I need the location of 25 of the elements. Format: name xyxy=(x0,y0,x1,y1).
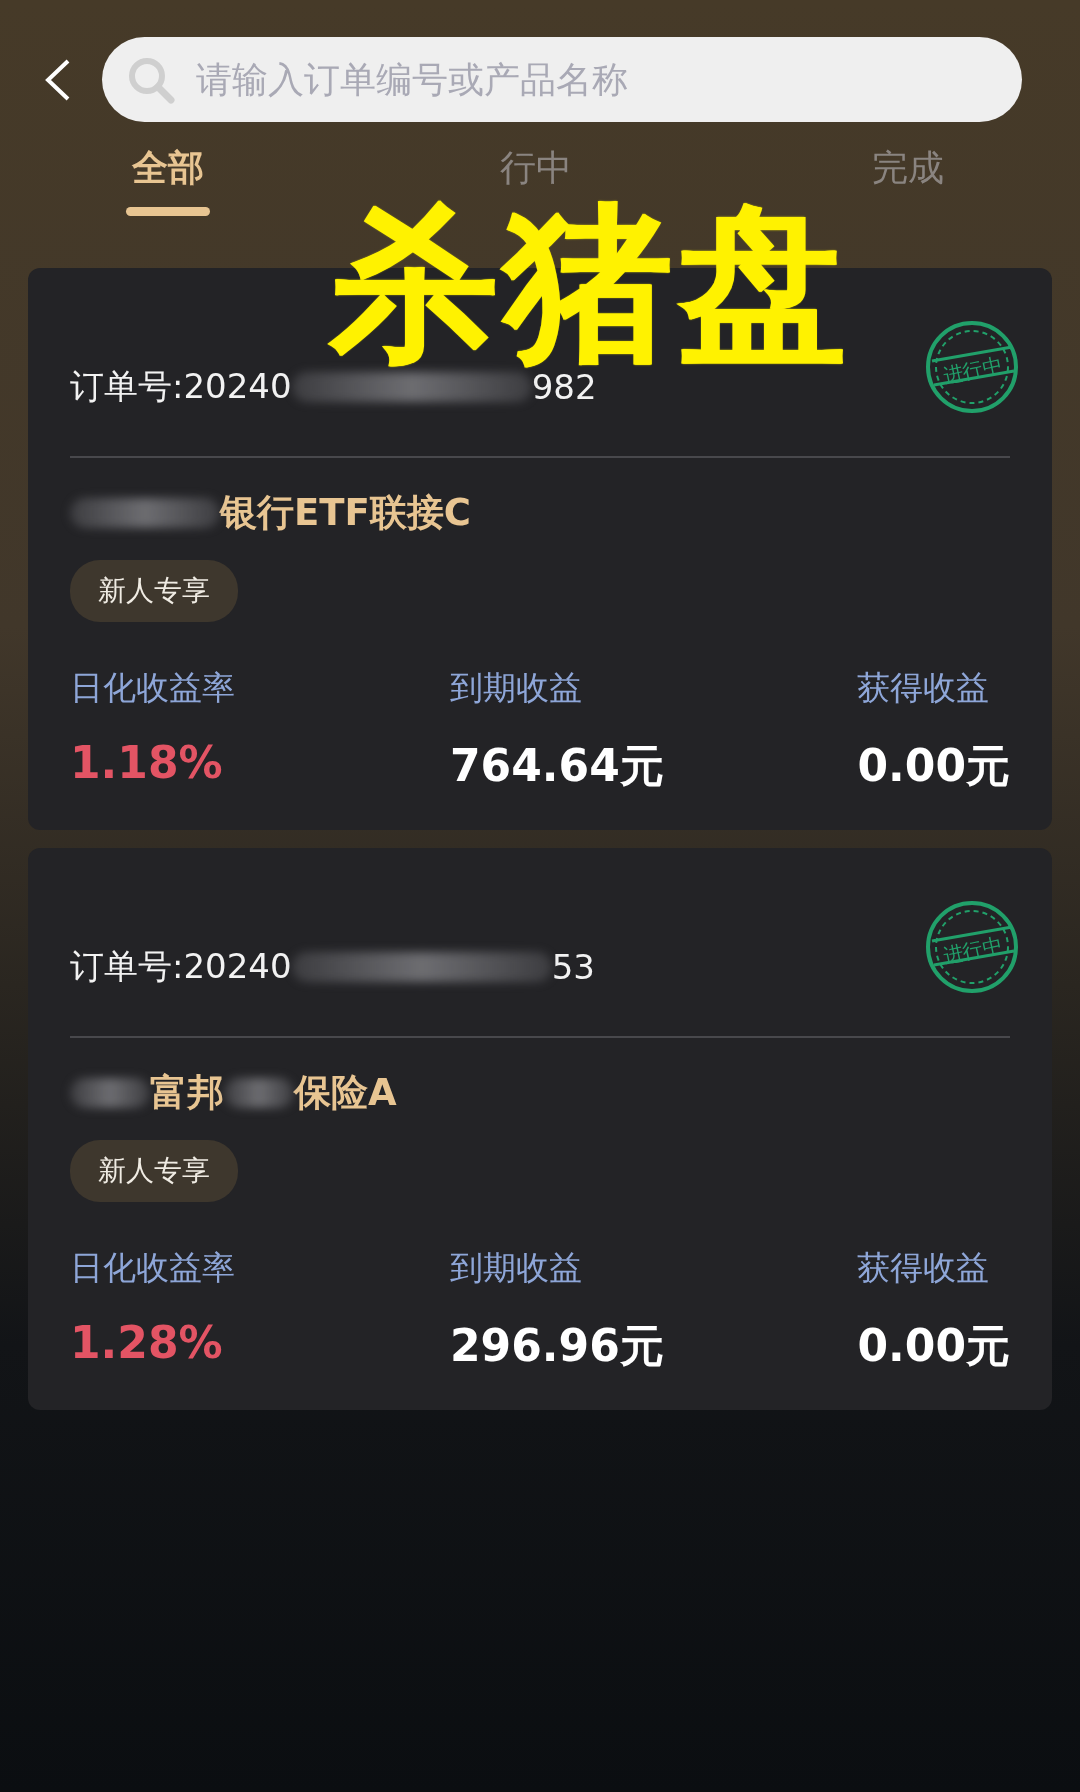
order-number: 982 xyxy=(531,367,597,407)
stat-value: 296.96元 xyxy=(450,1319,665,1373)
stat-value: 0.00元 xyxy=(857,739,1010,793)
stat-value: 1.18% xyxy=(70,737,224,788)
tab[interactable]: 全部 xyxy=(131,144,204,193)
stat-label: 日化收益率 xyxy=(70,1247,236,1289)
promo-badge: 新人专享 xyxy=(70,560,238,622)
order-number: 订单号:20240 xyxy=(70,945,292,988)
stat-value: 0.00元 xyxy=(857,1319,1010,1373)
product-name: 保险A xyxy=(294,1070,397,1116)
stat-label: 到期收益 xyxy=(450,1247,583,1289)
stat-label: 获得收益 xyxy=(857,667,991,709)
order-number: 53 xyxy=(551,947,595,987)
search-field[interactable]: 请输入订单编号或产品名称 xyxy=(102,37,1022,122)
stat-label: 到期收益 xyxy=(450,667,583,709)
product-name: 银行ETF联接C xyxy=(220,490,471,536)
order-number: 订单号:20240 xyxy=(70,365,292,408)
search-input[interactable]: 请输入订单编号或产品名称 xyxy=(194,58,998,101)
stat-value: 764.64元 xyxy=(450,739,665,793)
stat-value: 1.28% xyxy=(70,1317,224,1368)
stat-label: 获得收益 xyxy=(857,1247,991,1289)
product-name: 富邦 xyxy=(150,1070,224,1116)
stat-label: 日化收益率 xyxy=(70,667,236,709)
blurred-text xyxy=(224,1078,294,1108)
promo-badge: 新人专享 xyxy=(70,1140,238,1202)
